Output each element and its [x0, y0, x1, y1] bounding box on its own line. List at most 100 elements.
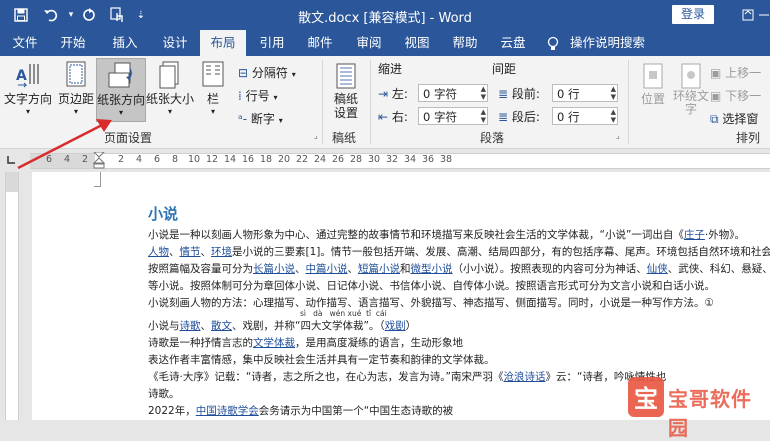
indent-left-icon: ⇥ — [378, 87, 389, 101]
link-drama[interactable]: 戏剧 — [385, 320, 406, 332]
bring-forward-icon: ▣ — [710, 66, 722, 80]
bring-forward-button[interactable]: ▣ 上移一 — [710, 64, 761, 81]
tab-insert[interactable]: 插入 — [106, 30, 144, 56]
selection-pane-icon: ⧉ — [710, 112, 719, 126]
ruler-number: 2 — [118, 154, 125, 165]
tab-file[interactable]: 文件 — [6, 30, 44, 56]
hyphenation-button[interactable]: ᵃ- 断字 ▾ — [238, 110, 283, 127]
link-poetry-society[interactable]: 中国诗歌学会 — [196, 405, 259, 417]
pinyin-ruby: sì dà wén xué tǐ cái — [300, 309, 387, 318]
paragraph-group-label: 段落 — [480, 131, 505, 145]
lightbulb-icon — [546, 36, 560, 54]
link-short-novel[interactable]: 短篇小说 — [358, 263, 400, 275]
minimize-icon[interactable] — [758, 0, 770, 30]
tab-review[interactable]: 审阅 — [350, 30, 388, 56]
tab-home[interactable]: 开始 — [54, 30, 92, 56]
spinner-arrows-icon[interactable]: ▲ ▼ — [481, 108, 486, 124]
columns-icon — [202, 61, 224, 87]
draft-paper-label: 稿纸 设置 — [333, 92, 358, 120]
position-label: 位置 — [640, 92, 665, 106]
link-plot[interactable]: 情节 — [180, 246, 201, 258]
link-canglang-shihua[interactable]: 沧浪诗话 — [503, 371, 545, 383]
selection-pane-button[interactable]: ⧉ 选择窗 — [710, 110, 758, 127]
draft-paper-button[interactable]: 稿纸 设置 — [326, 62, 366, 120]
tab-references[interactable]: 引用 — [253, 30, 291, 56]
indent-left-value: 0 字符 — [423, 87, 457, 101]
ruler-number: 34 — [404, 154, 417, 165]
margins-button[interactable]: 页边距 ▾ — [54, 60, 98, 116]
ruler-number: 22 — [296, 154, 309, 165]
ribbon-layout: A 文字方向 ▾ 页边距 ▾ 纸张方向 ▾ 纸张大小 ▾ 栏 ▾ ⊟ 分隔符 ▾… — [0, 56, 770, 149]
link-poetry[interactable]: 诗歌 — [180, 320, 201, 332]
spacing-header: 间距 — [492, 62, 517, 76]
indent-marker-icon[interactable] — [93, 152, 105, 170]
bring-forward-label: 上移一 — [725, 66, 762, 80]
link-micro-novel[interactable]: 微型小说 — [411, 263, 453, 275]
watermark-logo: 宝 宝哥软件园 — [628, 375, 770, 440]
orientation-button[interactable]: 纸张方向 ▾ — [96, 58, 146, 122]
send-backward-button[interactable]: ▣ 下移一 — [710, 87, 761, 104]
horizontal-ruler[interactable]: 6 4 2 2 4 6 8 10 12 14 16 18 20 22 24 26… — [30, 152, 770, 170]
link-medium-novel[interactable]: 中篇小说 — [306, 263, 348, 275]
link-long-novel[interactable]: 长篇小说 — [253, 263, 295, 275]
text-direction-button[interactable]: A 文字方向 ▾ — [3, 60, 53, 116]
tab-help[interactable]: 帮助 — [446, 30, 484, 56]
text-direction-label: 文字方向 — [3, 92, 52, 106]
tab-mailings[interactable]: 邮件 — [301, 30, 339, 56]
text-direction-icon: A — [16, 64, 39, 88]
spacing-before-label: 段前: — [511, 87, 540, 101]
save-icon[interactable] — [10, 0, 32, 30]
touch-mode-icon[interactable] — [106, 0, 128, 30]
ruler-number: 38 — [440, 154, 453, 165]
ruler-number: 10 — [188, 154, 201, 165]
undo-icon[interactable] — [40, 0, 62, 30]
spinner-arrows-icon[interactable]: ▲ ▼ — [481, 85, 486, 101]
indent-left-input[interactable]: 0 字符 ▲ ▼ — [418, 84, 488, 102]
spacing-after-row: ≣ 段后: — [498, 108, 540, 125]
link-zhuangzi[interactable]: 庄子 — [684, 229, 705, 241]
tell-me-search[interactable]: 操作说明搜索 — [570, 30, 650, 56]
indent-right-value: 0 字符 — [423, 110, 457, 124]
size-button[interactable]: 纸张大小 ▾ — [146, 60, 194, 116]
wrap-text-label: 环绕文 字 — [672, 89, 709, 116]
indent-right-label: 右: — [391, 110, 408, 124]
tab-view[interactable]: 视图 — [398, 30, 436, 56]
spacing-after-input[interactable]: 0 行 ▲ ▼ — [552, 107, 618, 125]
ruler-number: 30 — [368, 154, 381, 165]
hyphenation-label: 断字 — [250, 112, 275, 126]
link-environment[interactable]: 环境 — [211, 246, 232, 258]
page-setup-launcher-icon[interactable]: ⌟ — [314, 131, 318, 140]
link-literary-genre[interactable]: 文学体裁 — [253, 337, 295, 349]
login-button[interactable]: 登录 — [672, 5, 714, 24]
tab-cloud[interactable]: 云盘 — [494, 30, 532, 56]
columns-button[interactable]: 栏 ▾ — [198, 60, 228, 116]
ruler-number: 36 — [422, 154, 435, 165]
paragraph-line: 等小说。按照体制可分为章回体小说、日记体小说、书信体小说、自传体小说。按照语言形… — [148, 280, 715, 292]
wrap-text-button[interactable]: 环绕文 字 — [672, 62, 710, 116]
ruler-number: 6 — [46, 154, 53, 165]
paragraph-launcher-icon[interactable]: ⌟ — [616, 131, 620, 140]
tab-design[interactable]: 设计 — [156, 30, 194, 56]
paragraph-line: 人物、情节、环境是小说的三要素[1]。情节一般包括开端、发展、高潮、结局四部分，… — [148, 246, 770, 258]
indent-right-row: ⇤ 右: — [378, 108, 408, 125]
line-numbers-button[interactable]: ⁞ 行号 ▾ — [238, 87, 278, 104]
customize-quick-access-icon[interactable]: ⇣ — [130, 0, 152, 30]
spacing-before-input[interactable]: 0 行 ▲ ▼ — [552, 84, 618, 102]
position-icon — [643, 63, 663, 89]
spinner-arrows-icon[interactable]: ▲ ▼ — [611, 85, 616, 101]
tab-stop-selector-icon[interactable] — [6, 154, 16, 164]
spinner-arrows-icon[interactable]: ▲ ▼ — [611, 108, 616, 124]
vertical-ruler-track — [5, 172, 19, 420]
link-xianxia[interactable]: 仙侠 — [647, 263, 668, 275]
link-character[interactable]: 人物 — [148, 246, 169, 258]
indent-right-input[interactable]: 0 字符 ▲ ▼ — [418, 107, 488, 125]
tab-layout[interactable]: 布局 — [200, 30, 246, 56]
line-numbers-icon: ⁞ — [238, 89, 242, 103]
link-prose[interactable]: 散文 — [211, 320, 232, 332]
spacing-before-value: 0 行 — [557, 87, 580, 101]
breaks-button[interactable]: ⊟ 分隔符 ▾ — [238, 64, 296, 81]
vertical-ruler[interactable] — [0, 172, 20, 420]
margins-icon — [66, 61, 86, 87]
redo-icon[interactable] — [78, 0, 100, 30]
position-button[interactable]: 位置 — [634, 62, 672, 107]
